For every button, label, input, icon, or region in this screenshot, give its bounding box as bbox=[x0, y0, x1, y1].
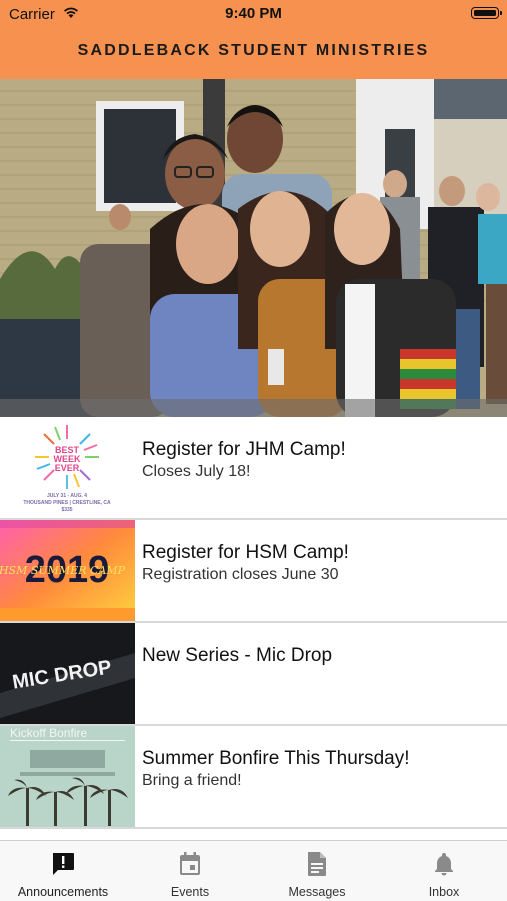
status-bar: Carrier 9:40 PM bbox=[0, 0, 507, 28]
clock: 9:40 PM bbox=[225, 5, 282, 22]
bell-icon bbox=[433, 851, 455, 882]
announcement-thumbnail: MIC DROP bbox=[0, 623, 135, 724]
calendar-icon bbox=[178, 851, 202, 882]
announcement-thumbnail: BEST WEEK EVER JULY 31 - AUG. 4 THOUSAND… bbox=[0, 417, 135, 518]
tab-announcements[interactable]: Announcements bbox=[0, 841, 126, 901]
announcement-subtitle: Bring a friend! bbox=[142, 772, 242, 789]
announcement-subtitle: Closes July 18! bbox=[142, 463, 251, 480]
tab-inbox[interactable]: Inbox bbox=[381, 841, 507, 901]
svg-text:THOUSAND PINES | CRESTLINE, CA: THOUSAND PINES | CRESTLINE, CA bbox=[23, 500, 111, 506]
svg-text:$335: $335 bbox=[61, 507, 72, 513]
svg-text:JULY 31 - AUG. 4: JULY 31 - AUG. 4 bbox=[47, 493, 87, 499]
battery-icon bbox=[471, 7, 502, 19]
announcement-thumbnail: 2019 HSM SUMMER CAMP bbox=[0, 520, 135, 621]
announcement-item[interactable]: MIC DROP New Series - Mic Drop bbox=[0, 623, 507, 726]
announcement-title: Register for JHM Camp! bbox=[142, 439, 346, 460]
tab-bar: Announcements Events Messages Inbox bbox=[0, 840, 507, 901]
hero-image[interactable] bbox=[0, 79, 507, 417]
announcement-item[interactable]: 2019 HSM SUMMER CAMP Register for HSM Ca… bbox=[0, 520, 507, 623]
announcement-title: Register for HSM Camp! bbox=[142, 542, 349, 563]
tab-label: Announcements bbox=[17, 885, 109, 899]
tab-label: Messages bbox=[288, 885, 346, 899]
app-title: SADDLEBACK STUDENT MINISTRIES bbox=[77, 42, 430, 59]
tab-messages[interactable]: Messages bbox=[254, 841, 380, 901]
document-icon bbox=[306, 851, 328, 882]
announcement-thumbnail: Kickoff Bonfire bbox=[0, 726, 135, 827]
announcement-subtitle: Registration closes June 30 bbox=[142, 566, 339, 583]
app-header: Carrier 9:40 PM SADDLEBACK STUDENT MINIS… bbox=[0, 0, 507, 79]
announcement-list: BEST WEEK EVER JULY 31 - AUG. 4 THOUSAND… bbox=[0, 417, 507, 829]
svg-text:Kickoff Bonfire: Kickoff Bonfire bbox=[10, 726, 87, 740]
announcement-icon bbox=[50, 851, 76, 882]
svg-text:HSM SUMMER CAMP: HSM SUMMER CAMP bbox=[0, 564, 126, 577]
tab-label: Events bbox=[170, 885, 210, 899]
announcement-item[interactable]: Kickoff Bonfire Summer Bonfire This Thur… bbox=[0, 726, 507, 829]
announcement-title: New Series - Mic Drop bbox=[142, 645, 333, 666]
tab-label: Inbox bbox=[428, 885, 460, 899]
announcement-title: Summer Bonfire This Thursday! bbox=[142, 748, 410, 769]
announcement-item[interactable]: BEST WEEK EVER JULY 31 - AUG. 4 THOUSAND… bbox=[0, 417, 507, 520]
svg-text:EVER: EVER bbox=[55, 463, 80, 473]
tab-events[interactable]: Events bbox=[127, 841, 253, 901]
group-photo-illustration bbox=[0, 79, 507, 417]
